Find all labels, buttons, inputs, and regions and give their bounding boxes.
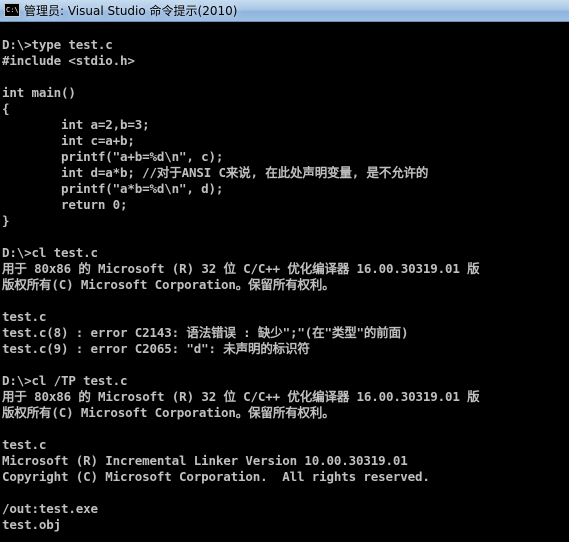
console-output[interactable]: D:\>type test.c #include <stdio.h> int mai…: [2, 37, 567, 542]
console-line: 版权所有(C) Microsoft Corporation。保留所有权利。: [2, 405, 335, 420]
console-line: test.c: [2, 437, 47, 452]
console-app-icon[interactable]: C:\: [4, 3, 20, 17]
console-line: test.c(8) : error C2143: 语法错误 : 缺少";"(在"…: [2, 325, 409, 340]
console-line: D:\>type test.c: [2, 37, 113, 52]
console-line: 版权所有(C) Microsoft Corporation。保留所有权利。: [2, 277, 335, 292]
console-line: 用于 80x86 的 Microsoft (R) 32 位 C/C++ 优化编译…: [2, 261, 480, 276]
console-line: int c=a+b;: [2, 133, 135, 148]
console-line: #include <stdio.h>: [2, 53, 135, 68]
console-line: 用于 80x86 的 Microsoft (R) 32 位 C/C++ 优化编译…: [2, 389, 480, 404]
console-line: D:\>cl /TP test.c: [2, 373, 128, 388]
console-line: printf("a*b=%d\n", d);: [2, 181, 224, 196]
title-bar[interactable]: C:\ 管理员: Visual Studio 命令提示(2010): [0, 0, 569, 22]
command-prompt-window[interactable]: C:\ 管理员: Visual Studio 命令提示(2010) D:\>ty…: [0, 0, 569, 542]
console-line: printf("a+b=%d\n", c);: [2, 149, 224, 164]
console-line: test.c: [2, 309, 47, 324]
console-line: int a=2,b=3;: [2, 117, 150, 132]
console-line: Microsoft (R) Incremental Linker Version…: [2, 453, 408, 468]
console-line: test.c(9) : error C2065: "d": 未声明的标识符: [2, 341, 310, 356]
console-line: int main(): [2, 85, 76, 100]
console-line: return 0;: [2, 197, 128, 212]
console-line: Copyright (C) Microsoft Corporation. All…: [2, 469, 430, 484]
console-line: int d=a*b; //对于ANSI C来说, 在此处声明变量, 是不允许的: [2, 165, 429, 180]
window-title: 管理员: Visual Studio 命令提示(2010): [24, 4, 238, 18]
console-line: }: [2, 213, 10, 228]
console-line: /out:test.exe: [2, 501, 98, 516]
console-line: test.obj: [2, 517, 62, 532]
console-line: D:\>cl test.c: [2, 245, 98, 260]
console-line: {: [2, 101, 10, 116]
